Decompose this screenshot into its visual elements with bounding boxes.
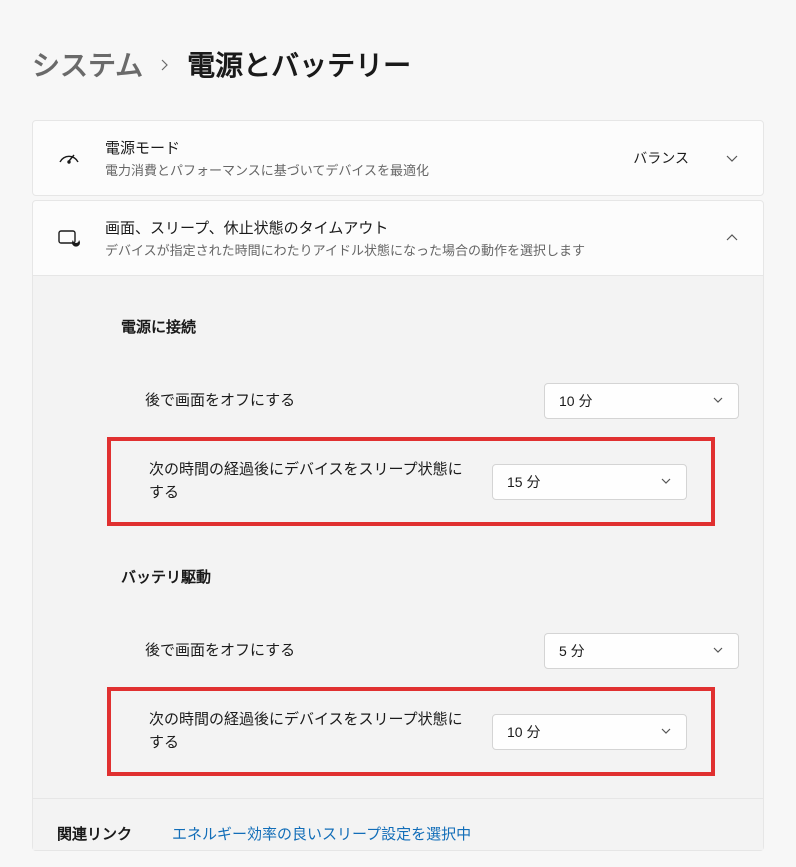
- dropdown-value: 5 分: [559, 641, 585, 661]
- plugged-screen-off-dropdown[interactable]: 10 分: [544, 383, 739, 419]
- gauge-icon: [57, 146, 81, 170]
- timeouts-card: 画面、スリープ、休止状態のタイムアウト デバイスが指定された時間にわたりアイドル…: [32, 200, 764, 851]
- dropdown-value: 15 分: [507, 472, 540, 492]
- power-mode-value: バランス: [633, 148, 689, 168]
- related-links-title: 関連リンク: [57, 823, 132, 844]
- breadcrumb: システム 電源とバッテリー: [32, 44, 764, 84]
- dropdown-value: 10 分: [507, 722, 540, 742]
- plugged-sleep-dropdown[interactable]: 15 分: [492, 464, 687, 500]
- power-mode-title: 電源モード: [105, 137, 609, 158]
- breadcrumb-current: 電源とバッテリー: [187, 44, 411, 84]
- plugged-screen-off-row: 後で画面をオフにする 10 分: [97, 365, 763, 437]
- power-mode-subtitle: 電力消費とパフォーマンスに基づいてデバイスを最適化: [105, 160, 609, 179]
- chevron-down-icon: [712, 393, 724, 409]
- battery-screen-off-row: 後で画面をオフにする 5 分: [97, 615, 763, 687]
- battery-sleep-dropdown[interactable]: 10 分: [492, 714, 687, 750]
- chevron-up-icon: [725, 231, 739, 245]
- breadcrumb-parent[interactable]: システム: [32, 44, 143, 84]
- power-mode-card[interactable]: 電源モード 電力消費とパフォーマンスに基づいてデバイスを最適化 バランス: [32, 120, 764, 196]
- timeouts-title: 画面、スリープ、休止状態のタイムアウト: [105, 217, 701, 238]
- chevron-down-icon: [660, 474, 672, 490]
- plugged-in-heading: 電源に接続: [33, 276, 763, 365]
- timeouts-body: 電源に接続 後で画面をオフにする 10 分 次の時間の経過後にデバイスをスリープ…: [33, 275, 763, 850]
- battery-sleep-row: 次の時間の経過後にデバイスをスリープ状態にする 10 分: [107, 687, 715, 776]
- timeouts-subtitle: デバイスが指定された時間にわたりアイドル状態になった場合の動作を選択します: [105, 240, 701, 259]
- chevron-right-icon: [159, 51, 171, 77]
- dropdown-value: 10 分: [559, 391, 592, 411]
- timeouts-header[interactable]: 画面、スリープ、休止状態のタイムアウト デバイスが指定された時間にわたりアイドル…: [33, 201, 763, 275]
- battery-screen-off-dropdown[interactable]: 5 分: [544, 633, 739, 669]
- related-links-row: 関連リンク エネルギー効率の良いスリープ設定を選択中: [33, 798, 763, 850]
- energy-efficient-sleep-link[interactable]: エネルギー効率の良いスリープ設定を選択中: [172, 823, 471, 844]
- chevron-down-icon: [725, 151, 739, 165]
- battery-sleep-label: 次の時間の経過後にデバイスをスリープ状態にする: [135, 709, 472, 754]
- battery-heading: バッテリ駆動: [33, 526, 763, 615]
- plugged-sleep-label: 次の時間の経過後にデバイスをスリープ状態にする: [135, 459, 472, 504]
- plugged-sleep-row: 次の時間の経過後にデバイスをスリープ状態にする 15 分: [107, 437, 715, 526]
- battery-screen-off-label: 後で画面をオフにする: [121, 640, 524, 663]
- chevron-down-icon: [660, 724, 672, 740]
- screen-sleep-icon: [57, 226, 81, 250]
- chevron-down-icon: [712, 643, 724, 659]
- plugged-screen-off-label: 後で画面をオフにする: [121, 390, 524, 413]
